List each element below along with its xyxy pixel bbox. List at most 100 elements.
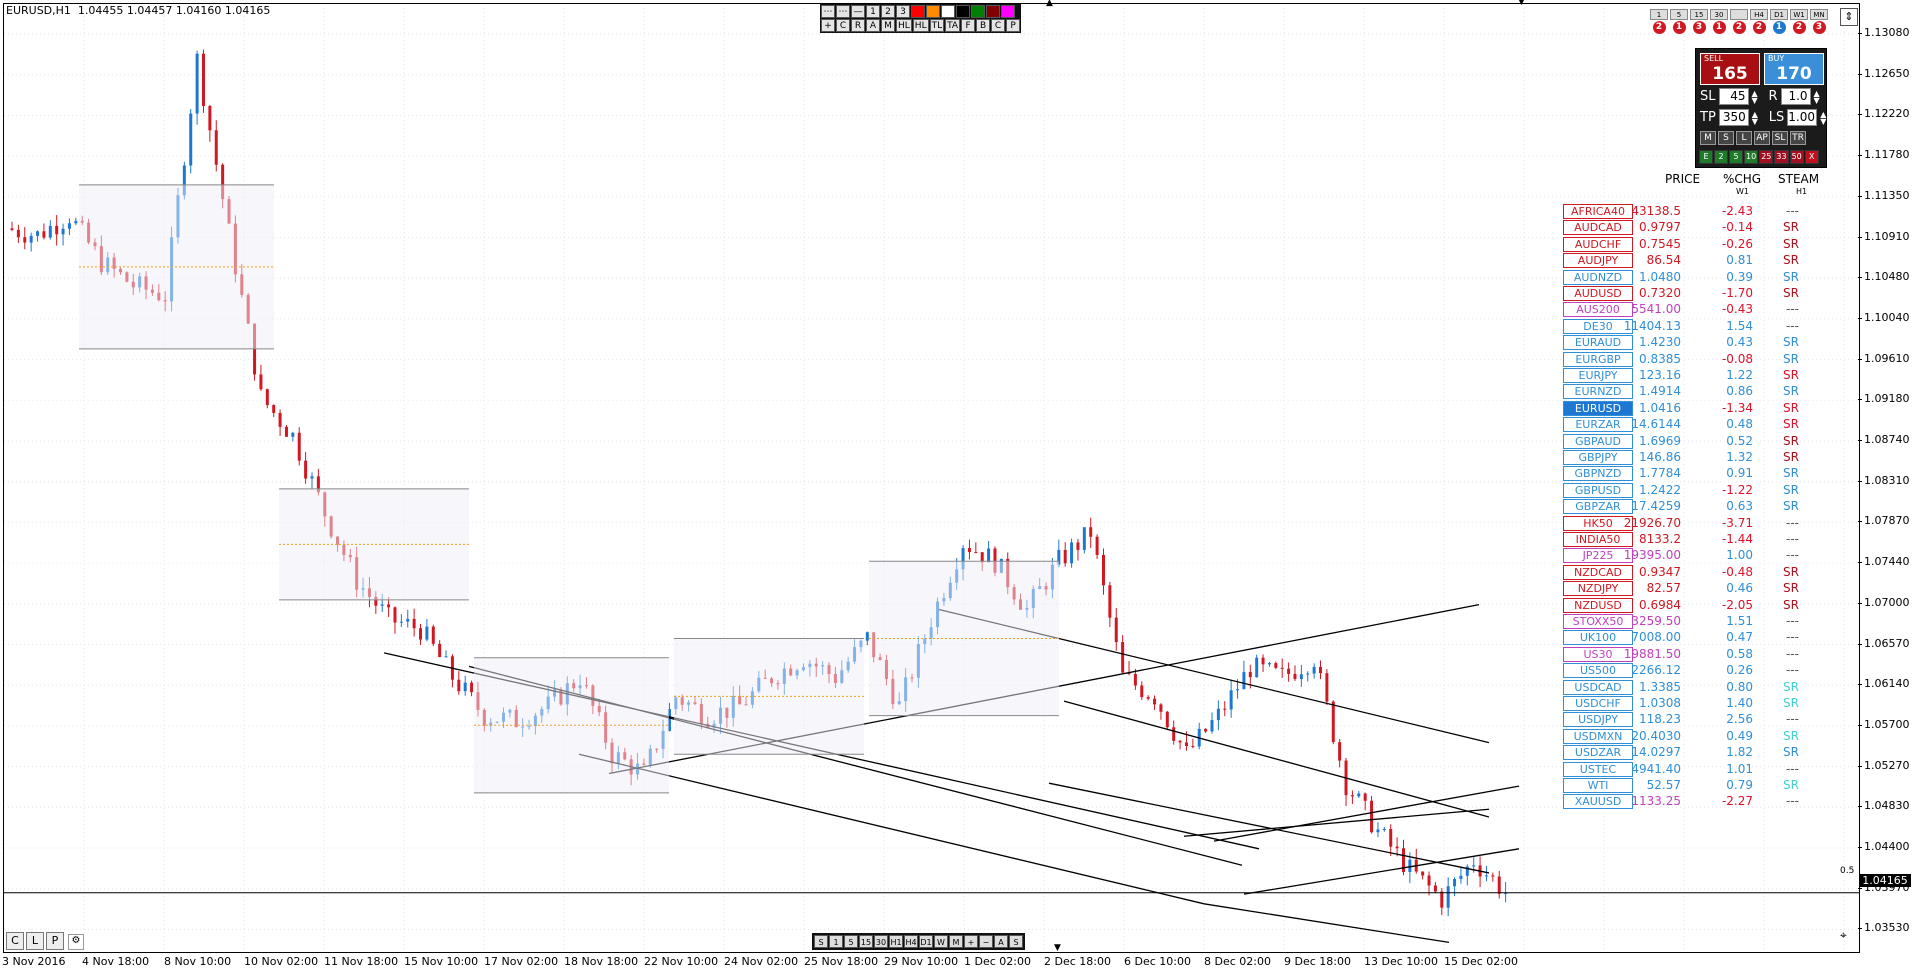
watchlist-row[interactable]: EURZAR 14.6144 0.48 SR xyxy=(1561,416,1841,433)
toolbar-tool-button[interactable]: + xyxy=(821,19,835,32)
partial-close-button[interactable]: 2 xyxy=(1714,150,1728,164)
symbol-button[interactable]: EURGBP xyxy=(1563,351,1633,367)
symbol-button[interactable]: GBPAUD xyxy=(1563,433,1633,449)
symbol-button[interactable]: USDJPY xyxy=(1563,712,1633,728)
symbol-button[interactable]: EURZAR xyxy=(1563,417,1633,433)
chart-mode-button[interactable]: L xyxy=(26,932,44,950)
watchlist-row[interactable]: EURJPY 123.16 1.22 SR xyxy=(1561,367,1841,383)
symbol-button[interactable]: GBPNZD xyxy=(1563,466,1633,482)
watchlist-row[interactable]: JP225 19395.00 1.00 --- xyxy=(1561,547,1841,564)
watchlist-row[interactable]: GBPNZD 1.7784 0.91 SR xyxy=(1561,465,1841,482)
symbol-button[interactable]: AFRICA40 xyxy=(1563,204,1633,219)
symbol-button[interactable]: JP225 xyxy=(1563,548,1633,564)
toolbar-tool-button[interactable]: HL xyxy=(912,19,929,32)
chart-mode-button[interactable]: C xyxy=(6,932,24,950)
watchlist-row[interactable]: AUDCAD 0.9797 -0.14 SR xyxy=(1561,219,1841,236)
tp-spinner-icon[interactable]: ▲ ▼ xyxy=(1752,110,1760,125)
toolbar-tool-button[interactable]: C xyxy=(836,19,850,32)
timeframe-toolbar-button[interactable]: H1 xyxy=(889,935,903,948)
timeframe-toolbar-button[interactable]: − xyxy=(979,935,993,948)
symbol-button[interactable]: GBPJPY xyxy=(1563,450,1633,465)
watchlist-row[interactable]: USDCAD 1.3385 0.80 SR xyxy=(1561,679,1841,695)
color-swatch-button[interactable] xyxy=(956,5,970,18)
symbol-button[interactable]: USDCHF xyxy=(1563,696,1633,711)
partial-close-button[interactable]: E xyxy=(1699,150,1713,164)
symbol-button[interactable]: AUDNZD xyxy=(1563,269,1633,285)
symbol-button[interactable]: STOXX50 xyxy=(1563,614,1633,629)
symbol-button[interactable]: US30 xyxy=(1563,646,1633,662)
watchlist-row[interactable]: GBPJPY 146.86 1.32 SR xyxy=(1561,449,1841,465)
timeframe-toolbar-button[interactable]: D1 xyxy=(919,935,933,948)
watchlist-row[interactable]: GBPZAR 17.4259 0.63 SR xyxy=(1561,498,1841,515)
symbol-button[interactable]: US500 xyxy=(1563,663,1633,679)
watchlist-row[interactable]: XAUUSD 1133.25 -2.27 --- xyxy=(1561,793,1841,810)
watchlist-row[interactable]: USDZAR 14.0297 1.82 SR xyxy=(1561,744,1841,761)
timeframe-toolbar-button[interactable]: 5 xyxy=(844,935,858,948)
watchlist-row[interactable]: AUDUSD 0.7320 -1.70 SR xyxy=(1561,285,1841,301)
toolbar-tool-button[interactable]: R xyxy=(851,19,865,32)
timeframe-toolbar-button[interactable]: S xyxy=(1009,935,1023,948)
timeframe-button[interactable]: H4 xyxy=(1750,9,1768,20)
timeframe-button[interactable]: 30 xyxy=(1710,9,1728,20)
scroll-lock-icon[interactable]: ⇕ xyxy=(1840,8,1858,26)
timeframe-toolbar-button[interactable]: A xyxy=(994,935,1008,948)
symbol-button[interactable]: AUDCHF xyxy=(1563,236,1633,252)
watchlist-row[interactable]: GBPAUD 1.6969 0.52 SR xyxy=(1561,433,1841,449)
ls-input[interactable]: 1.00 xyxy=(1787,109,1818,126)
color-swatch-button[interactable] xyxy=(986,5,1000,18)
mode-button[interactable]: L xyxy=(1736,131,1752,145)
color-swatch-button[interactable] xyxy=(911,5,925,18)
watchlist-row[interactable]: USTEC 4941.40 1.01 --- xyxy=(1561,761,1841,777)
chart-mode-button[interactable]: P xyxy=(46,932,64,950)
buy-button[interactable]: BUY 170 xyxy=(1764,53,1824,85)
timeframe-button[interactable]: 15 xyxy=(1690,9,1708,20)
timeframe-button[interactable]: MN xyxy=(1810,9,1828,20)
timeframe-toolbar-button[interactable]: 15 xyxy=(859,935,873,948)
symbol-button[interactable]: USDCAD xyxy=(1563,679,1633,695)
symbol-button[interactable]: UK100 xyxy=(1563,630,1633,646)
color-swatch-button[interactable] xyxy=(971,5,985,18)
symbol-button[interactable]: EURUSD xyxy=(1563,400,1633,416)
ls-spinner-icon[interactable]: ▲ ▼ xyxy=(1820,110,1828,125)
toolbar-tool-button[interactable]: TA xyxy=(945,19,961,32)
symbol-button[interactable]: NZDCAD xyxy=(1563,564,1633,580)
watchlist-row[interactable]: EURGBP 0.8385 -0.08 SR xyxy=(1561,351,1841,367)
symbol-button[interactable]: USTEC xyxy=(1563,761,1633,777)
toolbar-btn[interactable]: 3 xyxy=(896,5,910,18)
watchlist-row[interactable]: GBPUSD 1.2422 -1.22 SR xyxy=(1561,482,1841,498)
watchlist-row[interactable]: WTI 52.57 0.79 SR xyxy=(1561,777,1841,793)
watchlist-row[interactable]: US500 2266.12 0.26 --- xyxy=(1561,662,1841,679)
crosshair-icon[interactable]: ⌖ xyxy=(1840,928,1847,943)
partial-close-button[interactable]: 5 xyxy=(1729,150,1743,164)
mode-button[interactable]: M xyxy=(1700,131,1716,145)
symbol-button[interactable]: INDIA50 xyxy=(1563,532,1633,547)
toolbar-tool-button[interactable]: C xyxy=(991,19,1006,32)
symbol-button[interactable]: USDZAR xyxy=(1563,745,1633,761)
timeframe-button[interactable] xyxy=(1730,9,1748,20)
toolbar-tool-button[interactable]: HL xyxy=(896,19,912,32)
watchlist-row[interactable]: NZDJPY 82.57 0.46 SR xyxy=(1561,580,1841,597)
partial-close-button[interactable]: 10 xyxy=(1744,150,1759,164)
symbol-button[interactable]: EURNZD xyxy=(1563,384,1633,400)
toolbar-tool-button[interactable]: A xyxy=(866,19,880,32)
symbol-button[interactable]: AUS200 xyxy=(1563,302,1633,318)
watchlist-row[interactable]: USDJPY 118.23 2.56 --- xyxy=(1561,711,1841,728)
sell-button[interactable]: SELL 165 xyxy=(1700,53,1760,85)
watchlist-row[interactable]: NZDUSD 0.6984 -2.05 SR xyxy=(1561,597,1841,613)
timeframe-button[interactable]: W1 xyxy=(1790,9,1808,20)
timeframe-toolbar-button[interactable]: M xyxy=(949,935,963,948)
watchlist-row[interactable]: AUDNZD 1.0480 0.39 SR xyxy=(1561,269,1841,285)
timeframe-button[interactable]: D1 xyxy=(1770,9,1788,20)
timeframe-toolbar-button[interactable]: S xyxy=(814,935,828,948)
color-swatch-button[interactable] xyxy=(941,5,955,18)
sl-input[interactable]: 45 xyxy=(1718,88,1749,105)
symbol-button[interactable]: GBPZAR xyxy=(1563,499,1633,515)
timeframe-button[interactable]: 5 xyxy=(1670,9,1688,20)
watchlist-row[interactable]: EURUSD 1.0416 -1.34 SR xyxy=(1561,400,1841,416)
r-spinner-icon[interactable]: ▲ ▼ xyxy=(1814,89,1822,104)
toolbar-tool-button[interactable]: F xyxy=(961,19,976,32)
symbol-button[interactable]: AUDUSD xyxy=(1563,286,1633,301)
watchlist-row[interactable]: STOXX50 3259.50 1.51 --- xyxy=(1561,613,1841,629)
toolbar-tool-button[interactable]: TL xyxy=(929,19,945,32)
timeframe-toolbar-button[interactable]: 30 xyxy=(874,935,888,948)
